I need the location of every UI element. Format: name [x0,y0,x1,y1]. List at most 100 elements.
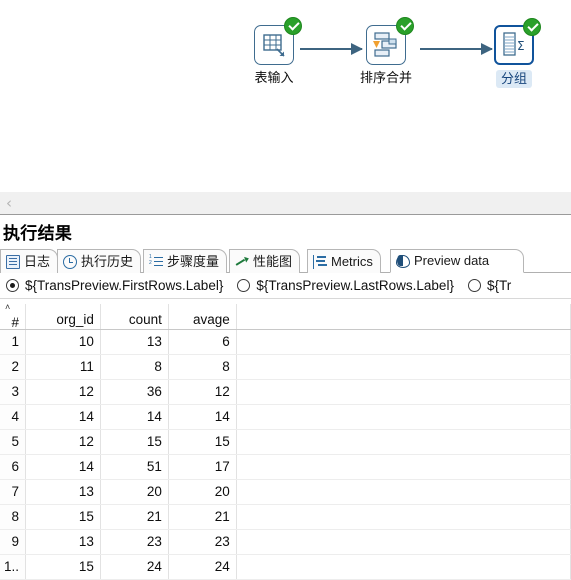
cell-avage[interactable]: 21 [168,504,237,530]
column-header-index[interactable]: ˄ # [0,304,27,330]
cell-org-id[interactable]: 12 [25,379,101,405]
step-label: 分组 [495,70,532,88]
preview-data-grid[interactable]: ˄ # org_id count avage 1 10 13 6 2 11 8 … [0,304,571,580]
cell-filler [236,554,571,580]
metrics-icon [313,254,327,269]
cell-filler [236,454,571,480]
cell-avage[interactable]: 24 [168,554,237,580]
eye-icon [396,254,410,268]
cell-avage[interactable]: 17 [168,454,237,480]
step-icon-box[interactable]: Σ [494,18,541,65]
table-header-row: ˄ # org_id count avage [0,304,571,330]
cell-count[interactable]: 24 [100,554,169,580]
table-row[interactable]: 9 13 23 23 [0,529,571,555]
cell-org-id[interactable]: 13 [25,529,101,555]
table-row[interactable]: 3 12 36 12 [0,379,571,405]
cell-count[interactable]: 21 [100,504,169,530]
table-row[interactable]: 7 13 20 20 [0,479,571,505]
transformation-canvas[interactable]: 表输入 排序合并 Σ 分组 [0,0,571,192]
execution-results-panel: 执行结果 日志 执行历史 步骤度量 性能图 Metrics [0,216,571,580]
radio-first-rows[interactable]: ${TransPreview.FirstRows.Label} [6,278,223,294]
table-row[interactable]: 2 11 8 8 [0,354,571,380]
preview-table: ˄ # org_id count avage 1 10 13 6 2 11 8 … [0,304,571,580]
cell-org-id[interactable]: 15 [25,554,101,580]
cell-avage[interactable]: 15 [168,429,237,455]
table-body: 1 10 13 6 2 11 8 8 3 12 36 12 4 14 14 14… [0,329,571,580]
step-label: 排序合并 [359,70,412,85]
cell-org-id[interactable]: 11 [25,354,101,380]
cell-index: 7 [0,479,27,505]
radio-button[interactable] [6,279,19,292]
numbered-list-icon [149,254,163,269]
cell-avage[interactable]: 12 [168,379,237,405]
cell-index: 4 [0,404,27,430]
cell-filler [236,504,571,530]
results-tabbar: 日志 执行历史 步骤度量 性能图 Metrics Preview data [0,249,571,273]
radio-button[interactable] [467,279,481,292]
cell-org-id[interactable]: 14 [25,404,101,430]
step-icon-box[interactable] [366,17,414,65]
cell-org-id[interactable]: 12 [25,429,101,455]
column-header-avage[interactable]: avage [168,304,237,330]
radio-label: ${TransPreview.LastRows.Label} [256,277,454,293]
column-header-org-id[interactable]: org_id [25,304,101,330]
line-chart-icon [235,255,249,269]
table-row[interactable]: 4 14 14 14 [0,404,571,430]
cell-org-id[interactable]: 13 [25,479,101,505]
cell-avage[interactable]: 23 [168,529,237,555]
cell-avage[interactable]: 8 [168,354,237,380]
tab-preview-data[interactable]: Preview data [390,249,525,273]
table-row[interactable]: 1.. 15 24 24 [0,554,571,580]
tab-label: 执行历史 [81,253,134,269]
cell-avage[interactable]: 6 [168,329,237,355]
cell-avage[interactable]: 20 [168,479,237,505]
tab-label: Preview data [414,253,490,268]
cell-count[interactable]: 36 [100,379,169,405]
check-circle-icon [396,17,414,35]
step-sorted-merge[interactable]: 排序合并 [354,17,418,86]
cell-count[interactable]: 13 [100,329,169,355]
cell-count[interactable]: 51 [100,454,169,480]
chevron-left-icon[interactable]: ‹ [6,195,12,211]
cell-count[interactable]: 20 [100,479,169,505]
tab-log[interactable]: 日志 [0,249,59,273]
check-circle-icon [523,18,541,36]
tab-execution-history[interactable]: 执行历史 [57,249,142,273]
cell-index: 1.. [0,554,27,580]
cell-avage[interactable]: 14 [168,404,237,430]
cell-org-id[interactable]: 10 [25,329,101,355]
radio-label: ${Tr [486,277,512,293]
cell-filler [236,379,571,405]
step-table-input[interactable]: 表输入 [242,17,306,86]
tab-label: 步骤度量 [167,253,220,269]
panel-collapse-bar[interactable]: ‹ [0,192,571,215]
table-row[interactable]: 8 15 21 21 [0,504,571,530]
cell-count[interactable]: 23 [100,529,169,555]
tab-performance-graph[interactable]: 性能图 [229,249,301,273]
radio-truncated-third[interactable]: ${Tr [467,277,512,294]
radio-last-rows[interactable]: ${TransPreview.LastRows.Label} [237,278,454,294]
connector-hop-1[interactable] [300,43,363,55]
cell-filler [236,429,571,455]
step-icon-box[interactable] [254,17,302,65]
table-row[interactable]: 1 10 13 6 [0,329,571,355]
cell-org-id[interactable]: 14 [25,454,101,480]
tab-metrics[interactable]: Metrics [307,249,381,273]
radio-button[interactable] [237,279,251,292]
application-window: 表输入 排序合并 Σ 分组 ‹ 执行结果 日志 执行历史 1 2 步骤度量 性能… [0,0,571,580]
table-row[interactable]: 6 14 51 17 [0,454,571,480]
cell-org-id[interactable]: 15 [25,504,101,530]
cell-count[interactable]: 15 [100,429,169,455]
panel-title: 执行结果 [3,224,73,243]
cell-filler [236,354,571,380]
cell-count[interactable]: 8 [100,354,169,380]
cell-count[interactable]: 14 [100,404,169,430]
radio-label: ${TransPreview.FirstRows.Label} [25,277,224,293]
cell-index: 9 [0,529,27,555]
step-group-by[interactable]: Σ 分组 [482,18,546,88]
table-row[interactable]: 5 12 15 15 [0,429,571,455]
tab-step-metrics[interactable]: 步骤度量 [143,249,228,273]
column-header-count[interactable]: count [100,304,169,330]
check-circle-icon [284,17,302,35]
tab-label: 日志 [24,253,51,269]
